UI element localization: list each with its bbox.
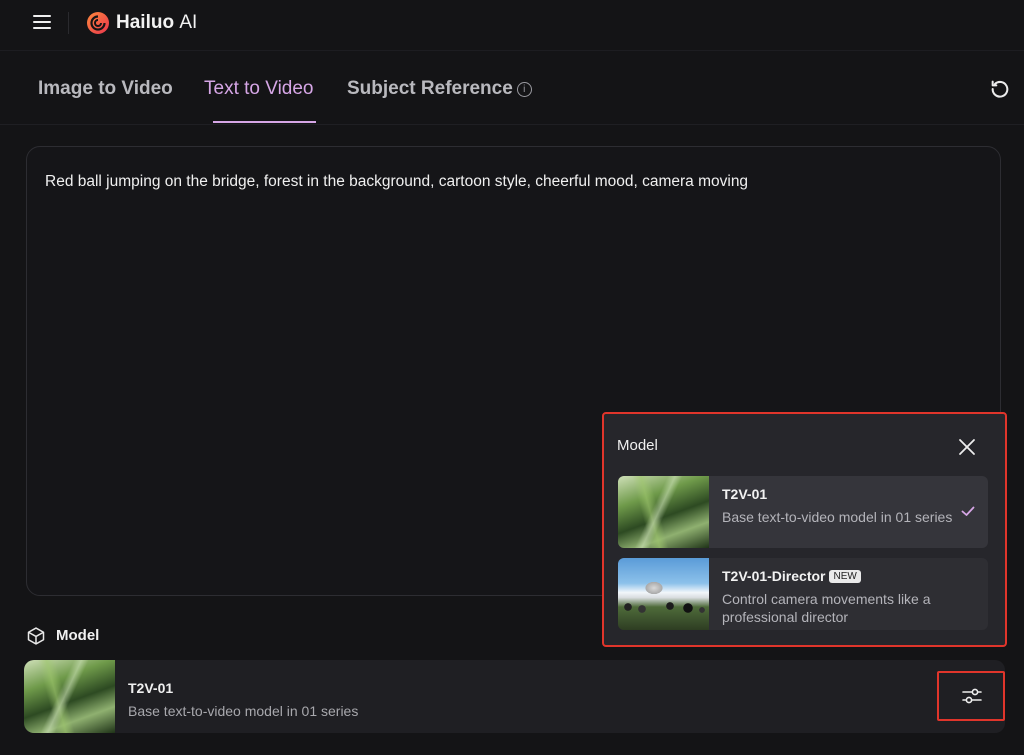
app-name: Hailuo: [116, 12, 175, 33]
model-option-t2v-01[interactable]: T2V-01 Base text-to-video model in 01 se…: [618, 476, 988, 548]
info-icon[interactable]: i: [516, 82, 532, 97]
checkmark-icon: [961, 506, 975, 516]
tab-subject-reference-label: Subject Reference: [347, 78, 513, 99]
model-option-thumbnail: [618, 558, 709, 630]
app-name-suffix: AI: [179, 12, 198, 33]
sliders-icon: [962, 688, 982, 704]
new-badge: NEW: [829, 570, 861, 583]
app-title[interactable]: Hailuo AI: [116, 12, 197, 34]
prompt-text: Red ball jumping on the bridge, forest i…: [45, 173, 749, 190]
close-icon[interactable]: [956, 436, 978, 458]
selected-model-card[interactable]: T2V-01 Base text-to-video model in 01 se…: [24, 660, 1005, 733]
thumbnail-figures: [618, 602, 709, 622]
active-tab-indicator: [213, 121, 316, 123]
tab-subject-reference[interactable]: Subject Reference i: [347, 78, 532, 100]
model-thumbnail: [24, 660, 115, 733]
cube-icon: [27, 627, 45, 645]
model-option-title: T2V-01-Director: [722, 568, 826, 584]
refresh-icon[interactable]: [989, 78, 1011, 100]
top-bar: Hailuo AI: [0, 0, 1024, 51]
model-option-title: T2V-01: [722, 486, 768, 502]
model-option-title-row: T2V-01-Director NEW: [722, 568, 861, 584]
hamburger-menu-icon[interactable]: [33, 15, 51, 31]
model-option-description: Control camera movements like a professi…: [722, 591, 931, 625]
model-settings-button[interactable]: [937, 671, 1005, 721]
model-option-description: Base text-to-video model in 01 series: [722, 509, 953, 525]
tab-text-to-video[interactable]: Text to Video: [204, 78, 314, 100]
selected-model-title: T2V-01: [128, 680, 174, 696]
hailuo-logo-icon: [87, 12, 109, 34]
divider: [68, 12, 69, 34]
selected-model-description: Base text-to-video model in 01 series: [128, 703, 359, 719]
model-option-thumbnail: [618, 476, 709, 548]
tab-image-to-video[interactable]: Image to Video: [38, 78, 173, 100]
model-section-label: Model: [56, 627, 100, 644]
model-selector-popup: Model T2V-01 Base text-to-video model in…: [602, 412, 1007, 647]
tab-bar: Image to Video Text to Video Subject Ref…: [0, 50, 1024, 125]
popup-title: Model: [617, 437, 658, 454]
model-option-t2v-01-director[interactable]: T2V-01-Director NEW Control camera moveme…: [618, 558, 988, 630]
